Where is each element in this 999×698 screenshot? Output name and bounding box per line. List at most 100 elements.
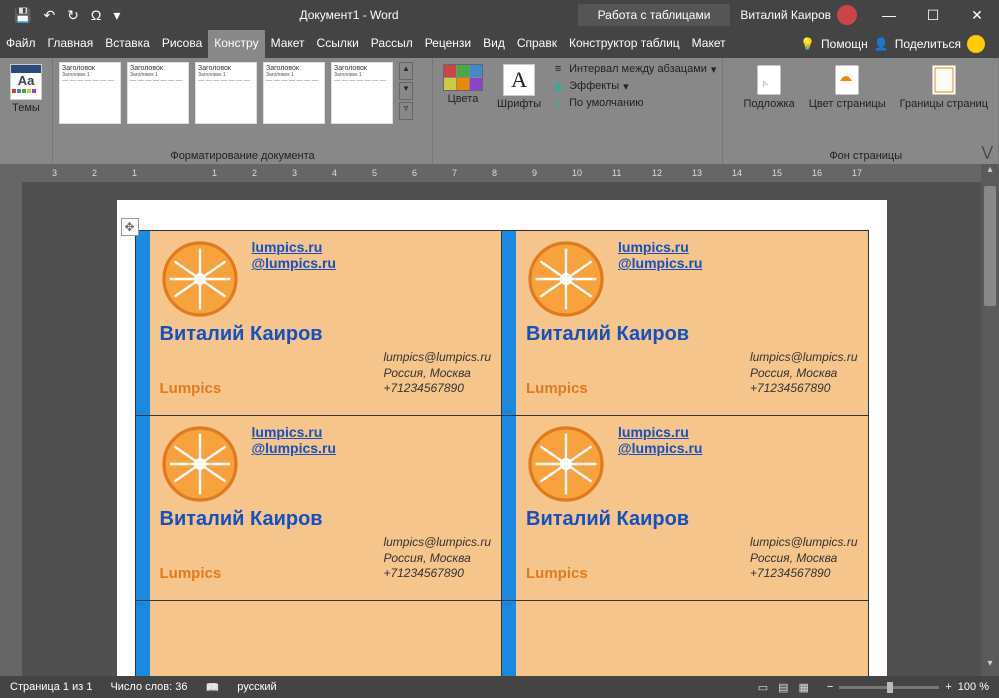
watermark-button[interactable]: A Подложка (739, 62, 798, 112)
business-card: lumpics.ru@lumpics.ruВиталий КаировLumpi… (502, 231, 868, 415)
zoom-level[interactable]: 100 % (958, 681, 989, 693)
zoom-slider[interactable] (839, 686, 939, 689)
tab-view[interactable]: Вид (477, 30, 511, 58)
share-icon[interactable]: 👤 (874, 37, 889, 51)
table-cell[interactable] (502, 601, 869, 677)
card-company: Lumpics (160, 565, 222, 582)
card-name: Виталий Каиров (526, 323, 858, 346)
card-link[interactable]: lumpics.ru (252, 424, 336, 440)
page-borders-button[interactable]: Границы страниц (896, 62, 992, 112)
card-link[interactable]: lumpics.ru (618, 424, 702, 440)
card-link[interactable]: @lumpics.ru (252, 440, 336, 456)
page-status[interactable]: Страница 1 из 1 (10, 681, 92, 693)
gallery-up-button[interactable]: ▴ (399, 62, 413, 80)
card-company: Lumpics (160, 380, 222, 397)
zoom-in-button[interactable]: + (945, 681, 951, 693)
save-icon[interactable]: 💾 (14, 7, 31, 24)
tab-layout[interactable]: Макет (265, 30, 311, 58)
card-name: Виталий Каиров (160, 323, 492, 346)
card-link[interactable]: @lumpics.ru (618, 255, 702, 271)
card-link[interactable]: @lumpics.ru (618, 440, 702, 456)
share-text[interactable]: Поделиться (895, 37, 961, 51)
set-default-button[interactable]: ✔По умолчанию (551, 96, 716, 110)
vertical-scrollbar[interactable]: ▴ ▾ (981, 164, 999, 676)
business-cards-table[interactable]: lumpics.ru@lumpics.ruВиталий КаировLumpi… (135, 230, 869, 676)
card-link[interactable]: lumpics.ru (618, 239, 702, 255)
gallery-down-button[interactable]: ▾ (399, 82, 413, 100)
zoom-out-button[interactable]: − (827, 681, 833, 693)
themes-button[interactable]: Aa Темы (6, 62, 46, 116)
card-link[interactable]: lumpics.ru (252, 239, 336, 255)
view-buttons: ▭ ▤ ▦ (758, 681, 809, 694)
tab-draw[interactable]: Рисова (156, 30, 208, 58)
effects-button[interactable]: ◉Эффекты ▾ (551, 79, 716, 93)
avatar[interactable] (837, 5, 857, 25)
themes-label: Темы (12, 102, 40, 114)
table-cell[interactable] (135, 601, 502, 677)
scroll-up-button[interactable]: ▴ (981, 164, 999, 182)
effects-list: ≡Интервал между абзацами ▾ ◉Эффекты ▾ ✔П… (551, 62, 716, 110)
colors-button[interactable]: Цвета (439, 62, 487, 107)
tell-me-icon[interactable]: 💡 (800, 37, 815, 51)
word-count[interactable]: Число слов: 36 (110, 681, 187, 693)
tab-review[interactable]: Рецензи (419, 30, 477, 58)
close-button[interactable]: ✕ (955, 7, 999, 24)
tab-help[interactable]: Справк (511, 30, 563, 58)
table-cell[interactable]: lumpics.ru@lumpics.ruВиталий КаировLumpi… (502, 416, 869, 601)
maximize-button[interactable]: ☐ (911, 7, 955, 24)
page-color-icon (831, 64, 863, 96)
zoom-control: − + 100 % (827, 681, 989, 693)
table-cell[interactable]: lumpics.ru@lumpics.ru Виталий Каиров Lumpi… (135, 231, 502, 416)
symbol-icon[interactable]: Ω (91, 7, 101, 23)
table-cell[interactable]: lumpics.ru@lumpics.ruВиталий КаировLumpi… (135, 416, 502, 601)
scroll-down-button[interactable]: ▾ (981, 658, 999, 676)
collapse-ribbon-icon[interactable]: ⋁ (982, 143, 993, 160)
business-card: lumpics.ru@lumpics.ruВиталий КаировLumpi… (502, 416, 868, 600)
tab-file[interactable]: Файл (0, 30, 42, 58)
document-area: 3211234567891011121314151617 ✥ lumpics.r… (0, 164, 999, 676)
feedback-icon[interactable] (967, 35, 985, 53)
style-card[interactable]: ЗаголовокЗаголовок 1— — — — — — — (127, 62, 189, 124)
fonts-icon: A (503, 64, 535, 96)
table-cell[interactable]: lumpics.ru@lumpics.ruВиталий КаировLumpi… (502, 231, 869, 416)
redo-icon[interactable]: ↻ (67, 7, 79, 24)
page[interactable]: ✥ lumpics.ru@lumpics.ruВиталий КаировLum… (117, 200, 887, 676)
theme-icon: Aa (10, 64, 42, 100)
style-card[interactable]: ЗаголовокЗаголовок 1— — — — — — — (331, 62, 393, 124)
business-card: lumpics.ru@lumpics.ru Виталий Каиров Lumpi… (136, 231, 502, 415)
business-card: lumpics.ru@lumpics.ruВиталий КаировLumpi… (136, 416, 502, 600)
tab-table-design[interactable]: Конструктор таблиц (563, 30, 686, 58)
table-move-handle[interactable]: ✥ (121, 218, 139, 236)
page-color-button[interactable]: Цвет страницы (805, 62, 890, 112)
tab-table-layout[interactable]: Макет (686, 30, 732, 58)
tab-home[interactable]: Главная (42, 30, 100, 58)
tab-references[interactable]: Ссылки (311, 30, 365, 58)
tab-mailings[interactable]: Рассыл (365, 30, 419, 58)
paragraph-spacing-button[interactable]: ≡Интервал между абзацами ▾ (551, 62, 716, 76)
print-layout-icon[interactable]: ▤ (778, 681, 788, 694)
language-status[interactable]: русский (237, 681, 276, 693)
doc-formatting-group: ЗаголовокЗаголовок 1— — — — — — — Заголо… (53, 58, 433, 164)
vertical-ruler[interactable] (0, 164, 22, 676)
horizontal-ruler[interactable]: 3211234567891011121314151617 (22, 164, 981, 182)
undo-icon[interactable]: ↶ (43, 7, 55, 24)
tell-me-text[interactable]: Помощн (821, 37, 868, 51)
web-layout-icon[interactable]: ▦ (799, 681, 809, 694)
tab-insert[interactable]: Вставка (99, 30, 156, 58)
group-label: Форматирование документа (59, 148, 426, 162)
style-card[interactable]: ЗаголовокЗаголовок 1— — — — — — — (263, 62, 325, 124)
qat-dropdown-icon[interactable]: ▾ (113, 7, 120, 24)
tab-design[interactable]: Констру (208, 30, 264, 58)
proofing-icon[interactable]: 📖 (206, 681, 220, 694)
gallery-more-button[interactable]: ▿ (399, 102, 413, 120)
scroll-thumb[interactable] (984, 186, 996, 306)
style-card[interactable]: ЗаголовокЗаголовок 1— — — — — — — (195, 62, 257, 124)
style-card[interactable]: ЗаголовокЗаголовок 1— — — — — — — (59, 62, 121, 124)
user-area[interactable]: Виталий Каиров (730, 5, 867, 25)
card-link[interactable]: @lumpics.ru (252, 255, 336, 271)
read-mode-icon[interactable]: ▭ (758, 681, 768, 694)
minimize-button[interactable]: — (867, 7, 911, 24)
fonts-button[interactable]: A Шрифты (493, 62, 545, 112)
orange-logo-icon (160, 239, 240, 319)
page-viewport[interactable]: ✥ lumpics.ru@lumpics.ruВиталий КаировLum… (22, 182, 981, 676)
